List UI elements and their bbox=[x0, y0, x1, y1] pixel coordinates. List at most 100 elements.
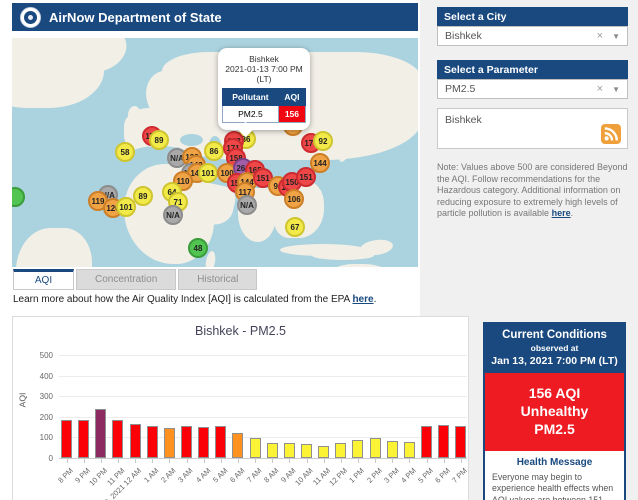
chart-bar bbox=[335, 443, 346, 458]
popup-datetime: 2021-01-13 7:00 PM bbox=[222, 64, 306, 74]
chart-bar bbox=[318, 446, 329, 458]
aqi-marker[interactable]: 144 bbox=[310, 153, 330, 173]
health-message-block: Health Message Everyone may begin to exp… bbox=[485, 451, 624, 500]
y-tick-label: 0 bbox=[27, 454, 53, 463]
clear-icon[interactable]: × bbox=[597, 30, 603, 42]
chart-y-axis-label: AQI bbox=[17, 393, 27, 408]
conditions-observed-at: observed at bbox=[487, 343, 622, 353]
chart-bar bbox=[61, 420, 72, 458]
x-tick-label: 6 PM bbox=[433, 466, 452, 485]
x-tick-mark bbox=[324, 459, 325, 463]
chart-bar bbox=[78, 420, 89, 458]
x-tick-mark bbox=[307, 459, 308, 463]
aqi-marker[interactable]: 58 bbox=[115, 142, 135, 162]
conditions-aqi-block: 156 AQI Unhealthy PM2.5 bbox=[485, 373, 624, 451]
conditions-pollutant: PM2.5 bbox=[489, 420, 620, 438]
health-message-title: Health Message bbox=[492, 457, 617, 468]
chevron-down-icon[interactable]: ▼ bbox=[612, 85, 620, 94]
tab-historical[interactable]: Historical bbox=[178, 269, 257, 290]
x-tick-label: 7 AM bbox=[245, 466, 263, 484]
select-city-header: Select a City bbox=[437, 7, 628, 26]
x-tick-mark bbox=[409, 459, 410, 463]
x-tick-label: 7 PM bbox=[451, 466, 470, 485]
chart-bar bbox=[438, 425, 449, 458]
aqi-marker[interactable]: 89 bbox=[149, 130, 169, 150]
current-conditions-panel: Current Conditions observed at Jan 13, 2… bbox=[483, 322, 626, 500]
x-tick-mark bbox=[118, 459, 119, 463]
health-message-text: Everyone may begin to experience health … bbox=[492, 472, 617, 500]
aqi-marker[interactable]: N/A bbox=[237, 195, 257, 215]
popup-city: Bishkek bbox=[222, 54, 306, 64]
map-land bbox=[359, 238, 394, 257]
aqi-marker[interactable] bbox=[12, 187, 25, 207]
popup-aqi-value: 156 bbox=[278, 106, 305, 123]
chart-bar bbox=[250, 438, 261, 458]
chart-bar bbox=[147, 426, 158, 458]
x-tick-mark bbox=[101, 459, 102, 463]
note-here-link[interactable]: here bbox=[552, 208, 571, 218]
aqi-marker[interactable]: N/A bbox=[163, 205, 183, 225]
popup-pollutant-value: PM2.5 bbox=[223, 106, 279, 123]
chart-bar bbox=[387, 441, 398, 458]
x-tick-mark bbox=[152, 459, 153, 463]
x-tick-label: 6 AM bbox=[228, 466, 246, 484]
chart-title: Bishkek - PM2.5 bbox=[13, 324, 468, 338]
chart-bar bbox=[352, 440, 363, 458]
world-map[interactable]: 5817089N/A123149N/A141101110647189N/A119… bbox=[12, 38, 418, 267]
y-tick-label: 400 bbox=[27, 372, 53, 381]
aqi-marker[interactable]: 89 bbox=[133, 186, 153, 206]
aqi-marker[interactable]: 48 bbox=[188, 238, 208, 258]
city-select-value: Bishkek bbox=[445, 30, 597, 42]
popup-col-pollutant: Pollutant bbox=[223, 89, 279, 106]
map-sea bbox=[180, 134, 203, 146]
aqi-marker[interactable]: 92 bbox=[313, 131, 333, 151]
map-land bbox=[128, 106, 141, 125]
y-tick-label: 500 bbox=[27, 351, 53, 360]
chart-bar bbox=[421, 426, 432, 458]
x-tick-mark bbox=[84, 459, 85, 463]
parameter-select[interactable]: PM2.5 × ▼ bbox=[437, 79, 628, 99]
x-tick-label: 1 PM bbox=[348, 466, 367, 485]
tab-concentration[interactable]: Concentration bbox=[76, 269, 176, 290]
x-tick-mark bbox=[238, 459, 239, 463]
epa-here-link[interactable]: here bbox=[352, 294, 373, 305]
x-tick-label: 12 PM bbox=[328, 466, 350, 488]
parameter-select-value: PM2.5 bbox=[445, 83, 597, 95]
rss-icon[interactable] bbox=[601, 124, 621, 144]
select-parameter-header: Select a Parameter bbox=[437, 60, 628, 79]
x-tick-label: 8 AM bbox=[262, 466, 280, 484]
chart-bar bbox=[112, 420, 123, 458]
clear-icon[interactable]: × bbox=[597, 83, 603, 95]
conditions-category: Unhealthy bbox=[489, 402, 620, 420]
map-land bbox=[324, 264, 397, 267]
tab-bar: AQIConcentrationHistorical bbox=[13, 269, 257, 290]
x-tick-mark bbox=[204, 459, 205, 463]
map-popup: Bishkek 2021-01-13 7:00 PM (LT) Pollutan… bbox=[218, 48, 310, 130]
y-tick-label: 200 bbox=[27, 413, 53, 422]
beyond-aqi-note: Note: Values above 500 are considered Be… bbox=[437, 162, 628, 220]
conditions-title: Current Conditions bbox=[487, 329, 622, 341]
x-tick-label: 2 PM bbox=[365, 466, 384, 485]
x-tick-mark bbox=[169, 459, 170, 463]
aqi-marker[interactable]: 101 bbox=[116, 197, 136, 217]
popup-col-aqi: AQI bbox=[278, 89, 305, 106]
page-title: AirNow Department of State bbox=[49, 10, 222, 25]
aqi-marker[interactable]: 101 bbox=[198, 163, 218, 183]
aqi-marker[interactable]: 67 bbox=[285, 217, 305, 237]
map-land bbox=[64, 38, 131, 77]
conditions-datetime: Jan 13, 2021 7:00 PM (LT) bbox=[487, 355, 622, 367]
aqi-marker[interactable]: 86 bbox=[204, 141, 224, 161]
chevron-down-icon[interactable]: ▼ bbox=[612, 32, 620, 41]
city-select[interactable]: Bishkek × ▼ bbox=[437, 26, 628, 46]
x-tick-label: 10 PM bbox=[87, 466, 109, 488]
x-tick-mark bbox=[187, 459, 188, 463]
chart-bar bbox=[370, 438, 381, 458]
x-tick-mark bbox=[444, 459, 445, 463]
tab-aqi[interactable]: AQI bbox=[13, 269, 74, 290]
chart-bar bbox=[232, 433, 243, 458]
aqi-marker[interactable]: 106 bbox=[284, 189, 304, 209]
x-tick-mark bbox=[289, 459, 290, 463]
dept-of-state-seal-icon bbox=[20, 7, 41, 28]
chart-bar bbox=[130, 424, 141, 458]
app-header: AirNow Department of State bbox=[12, 3, 418, 31]
